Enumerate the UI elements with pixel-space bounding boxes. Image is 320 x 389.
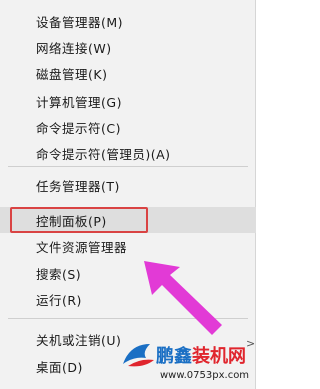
menu-item-command-prompt[interactable]: 命令提示符(C) xyxy=(0,114,256,140)
menu-separator xyxy=(8,166,248,167)
watermark-logo-icon xyxy=(123,344,154,367)
watermark-url: www.0753px.com xyxy=(160,370,250,381)
watermark: 鹏鑫装机网 www.0753px.com xyxy=(120,340,256,389)
watermark-title-part1: 鹏鑫 xyxy=(156,346,192,367)
highlight-annotation-box xyxy=(10,207,148,233)
menu-item-network-connections[interactable]: 网络连接(W) xyxy=(0,34,256,60)
menu-item-disk-management[interactable]: 磁盘管理(K) xyxy=(0,60,256,86)
menu-item-computer-management[interactable]: 计算机管理(G) xyxy=(0,88,256,114)
menu-item-device-manager[interactable]: 设备管理器(M) xyxy=(0,8,256,34)
menu-item-task-manager[interactable]: 任务管理器(T) xyxy=(0,172,256,198)
watermark-title-part2: 装机网 xyxy=(192,346,246,367)
watermark-title: 鹏鑫装机网 xyxy=(156,342,246,368)
arrow-shape xyxy=(144,261,222,335)
menu-item-command-prompt-admin[interactable]: 命令提示符(管理员)(A) xyxy=(0,140,256,166)
